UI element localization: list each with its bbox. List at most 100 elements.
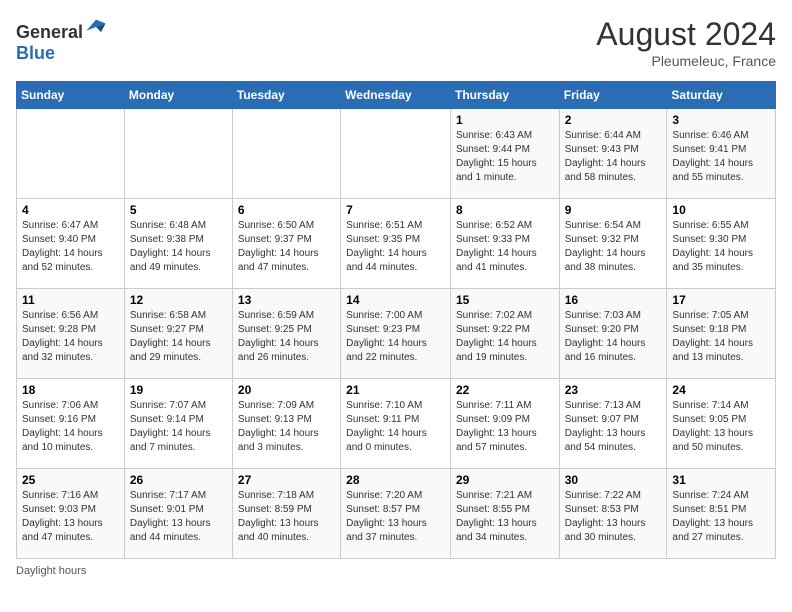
- title-block: August 2024 Pleumeleuc, France: [596, 16, 776, 69]
- day-cell: 19 Sunrise: 7:07 AMSunset: 9:14 PMDayligh…: [124, 379, 232, 469]
- day-info: Sunrise: 7:14 AMSunset: 9:05 PMDaylight:…: [672, 399, 770, 455]
- day-cell: 5 Sunrise: 6:48 AMSunset: 9:38 PMDaylight…: [124, 199, 232, 289]
- day-info: Sunrise: 6:48 AMSunset: 9:38 PMDaylight:…: [130, 219, 227, 275]
- logo: General Blue: [16, 16, 107, 64]
- day-cell: 1Sunrise: 6:43 AMSunset: 9:44 PMDaylight…: [450, 109, 559, 199]
- day-info: Sunrise: 7:22 AMSunset: 8:53 PMDaylight:…: [565, 489, 662, 545]
- day-number: 26: [130, 473, 227, 487]
- day-cell: 27 Sunrise: 7:18 AMSunset: 8:59 PMDayligh…: [232, 469, 340, 559]
- day-cell: 31Sunrise: 7:24 AMSunset: 8:51 PMDayligh…: [667, 469, 776, 559]
- day-number: 8: [456, 203, 554, 217]
- day-cell: 8Sunrise: 6:52 AMSunset: 9:33 PMDaylight…: [450, 199, 559, 289]
- day-cell: 4 Sunrise: 6:47 AMSunset: 9:40 PMDaylight…: [17, 199, 125, 289]
- day-number: 6: [238, 203, 335, 217]
- week-row-4: 18 Sunrise: 7:06 AMSunset: 9:16 PMDayligh…: [17, 379, 776, 469]
- days-header-row: SundayMondayTuesdayWednesdayThursdayFrid…: [17, 82, 776, 109]
- day-cell: [232, 109, 340, 199]
- day-info: Sunrise: 7:00 AMSunset: 9:23 PMDaylight:…: [346, 309, 445, 365]
- day-number: 24: [672, 383, 770, 397]
- day-info: Sunrise: 7:11 AMSunset: 9:09 PMDaylight:…: [456, 399, 554, 455]
- day-info: Sunrise: 6:47 AMSunset: 9:40 PMDaylight:…: [22, 219, 119, 275]
- day-cell: 14Sunrise: 7:00 AMSunset: 9:23 PMDayligh…: [341, 289, 451, 379]
- col-header-sunday: Sunday: [17, 82, 125, 109]
- location: Pleumeleuc, France: [596, 53, 776, 69]
- day-cell: 6 Sunrise: 6:50 AMSunset: 9:37 PMDaylight…: [232, 199, 340, 289]
- day-info: Sunrise: 6:51 AMSunset: 9:35 PMDaylight:…: [346, 219, 445, 275]
- day-info: Sunrise: 7:21 AMSunset: 8:55 PMDaylight:…: [456, 489, 554, 545]
- day-number: 18: [22, 383, 119, 397]
- week-row-3: 11 Sunrise: 6:56 AMSunset: 9:28 PMDayligh…: [17, 289, 776, 379]
- day-cell: 29 Sunrise: 7:21 AMSunset: 8:55 PMDayligh…: [450, 469, 559, 559]
- day-cell: 2Sunrise: 6:44 AMSunset: 9:43 PMDaylight…: [559, 109, 667, 199]
- day-cell: 25 Sunrise: 7:16 AMSunset: 9:03 PMDayligh…: [17, 469, 125, 559]
- day-number: 19: [130, 383, 227, 397]
- logo-general: General: [16, 22, 83, 42]
- day-info: Sunrise: 6:59 AMSunset: 9:25 PMDaylight:…: [238, 309, 335, 365]
- day-cell: 15 Sunrise: 7:02 AMSunset: 9:22 PMDayligh…: [450, 289, 559, 379]
- day-number: 13: [238, 293, 335, 307]
- day-number: 20: [238, 383, 335, 397]
- logo-bird-icon: [85, 16, 107, 38]
- day-info: Sunrise: 7:18 AMSunset: 8:59 PMDaylight:…: [238, 489, 335, 545]
- day-cell: 20 Sunrise: 7:09 AMSunset: 9:13 PMDayligh…: [232, 379, 340, 469]
- day-cell: 21 Sunrise: 7:10 AMSunset: 9:11 PMDayligh…: [341, 379, 451, 469]
- day-cell: 22 Sunrise: 7:11 AMSunset: 9:09 PMDayligh…: [450, 379, 559, 469]
- day-info: Sunrise: 6:56 AMSunset: 9:28 PMDaylight:…: [22, 309, 119, 365]
- day-info: Sunrise: 7:07 AMSunset: 9:14 PMDaylight:…: [130, 399, 227, 455]
- day-number: 5: [130, 203, 227, 217]
- day-cell: 24 Sunrise: 7:14 AMSunset: 9:05 PMDayligh…: [667, 379, 776, 469]
- day-number: 27: [238, 473, 335, 487]
- col-header-friday: Friday: [559, 82, 667, 109]
- day-info: Sunrise: 7:17 AMSunset: 9:01 PMDaylight:…: [130, 489, 227, 545]
- logo-blue: Blue: [16, 43, 55, 63]
- month-year: August 2024: [596, 16, 776, 53]
- day-info: Sunrise: 6:46 AMSunset: 9:41 PMDaylight:…: [672, 129, 770, 185]
- day-cell: [124, 109, 232, 199]
- day-cell: 7 Sunrise: 6:51 AMSunset: 9:35 PMDaylight…: [341, 199, 451, 289]
- page-header: General Blue August 2024 Pleumeleuc, Fra…: [16, 16, 776, 69]
- col-header-thursday: Thursday: [450, 82, 559, 109]
- day-info: Sunrise: 6:43 AMSunset: 9:44 PMDaylight:…: [456, 129, 554, 185]
- day-number: 4: [22, 203, 119, 217]
- day-number: 25: [22, 473, 119, 487]
- day-info: Sunrise: 7:06 AMSunset: 9:16 PMDaylight:…: [22, 399, 119, 455]
- day-cell: 3 Sunrise: 6:46 AMSunset: 9:41 PMDaylight…: [667, 109, 776, 199]
- day-number: 29: [456, 473, 554, 487]
- day-cell: 12 Sunrise: 6:58 AMSunset: 9:27 PMDayligh…: [124, 289, 232, 379]
- day-cell: 11 Sunrise: 6:56 AMSunset: 9:28 PMDayligh…: [17, 289, 125, 379]
- day-cell: 10Sunrise: 6:55 AMSunset: 9:30 PMDayligh…: [667, 199, 776, 289]
- week-row-5: 25 Sunrise: 7:16 AMSunset: 9:03 PMDayligh…: [17, 469, 776, 559]
- day-number: 3: [672, 113, 770, 127]
- day-info: Sunrise: 6:58 AMSunset: 9:27 PMDaylight:…: [130, 309, 227, 365]
- day-number: 15: [456, 293, 554, 307]
- day-info: Sunrise: 7:02 AMSunset: 9:22 PMDaylight:…: [456, 309, 554, 365]
- day-info: Sunrise: 6:50 AMSunset: 9:37 PMDaylight:…: [238, 219, 335, 275]
- day-number: 30: [565, 473, 662, 487]
- day-number: 22: [456, 383, 554, 397]
- day-cell: [341, 109, 451, 199]
- day-info: Sunrise: 7:16 AMSunset: 9:03 PMDaylight:…: [22, 489, 119, 545]
- col-header-tuesday: Tuesday: [232, 82, 340, 109]
- day-number: 11: [22, 293, 119, 307]
- col-header-wednesday: Wednesday: [341, 82, 451, 109]
- day-number: 21: [346, 383, 445, 397]
- day-cell: 17Sunrise: 7:05 AMSunset: 9:18 PMDayligh…: [667, 289, 776, 379]
- week-row-1: 1Sunrise: 6:43 AMSunset: 9:44 PMDaylight…: [17, 109, 776, 199]
- day-number: 7: [346, 203, 445, 217]
- day-info: Sunrise: 7:20 AMSunset: 8:57 PMDaylight:…: [346, 489, 445, 545]
- day-info: Sunrise: 7:24 AMSunset: 8:51 PMDaylight:…: [672, 489, 770, 545]
- day-info: Sunrise: 6:44 AMSunset: 9:43 PMDaylight:…: [565, 129, 662, 185]
- calendar-table: SundayMondayTuesdayWednesdayThursdayFrid…: [16, 81, 776, 559]
- week-row-2: 4 Sunrise: 6:47 AMSunset: 9:40 PMDaylight…: [17, 199, 776, 289]
- day-info: Sunrise: 7:10 AMSunset: 9:11 PMDaylight:…: [346, 399, 445, 455]
- day-cell: 13 Sunrise: 6:59 AMSunset: 9:25 PMDayligh…: [232, 289, 340, 379]
- day-cell: 16Sunrise: 7:03 AMSunset: 9:20 PMDayligh…: [559, 289, 667, 379]
- day-info: Sunrise: 7:13 AMSunset: 9:07 PMDaylight:…: [565, 399, 662, 455]
- footnote: Daylight hours: [16, 565, 776, 577]
- logo-text: General Blue: [16, 16, 107, 64]
- day-cell: 26 Sunrise: 7:17 AMSunset: 9:01 PMDayligh…: [124, 469, 232, 559]
- day-cell: [17, 109, 125, 199]
- day-number: 12: [130, 293, 227, 307]
- day-info: Sunrise: 7:03 AMSunset: 9:20 PMDaylight:…: [565, 309, 662, 365]
- day-info: Sunrise: 7:09 AMSunset: 9:13 PMDaylight:…: [238, 399, 335, 455]
